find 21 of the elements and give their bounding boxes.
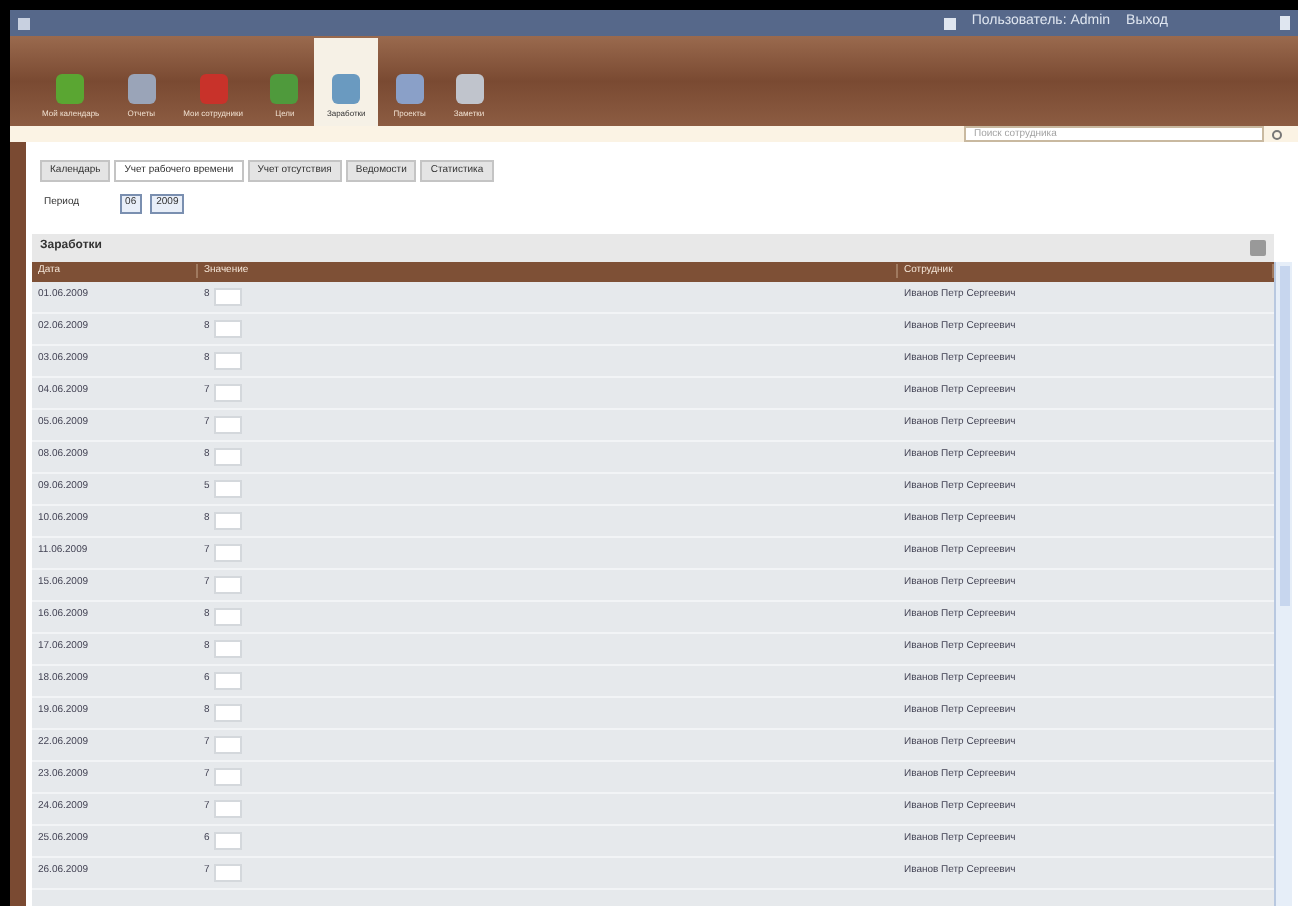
input-field[interactable] <box>213 287 242 305</box>
scrollbar[interactable] <box>1274 261 1292 906</box>
input-field[interactable] <box>213 447 242 465</box>
input-field[interactable] <box>213 511 242 529</box>
input-field[interactable] <box>213 863 242 881</box>
input-field[interactable] <box>213 831 242 849</box>
input-field[interactable] <box>213 319 242 337</box>
input-field[interactable] <box>213 799 242 817</box>
input-field[interactable] <box>213 383 242 401</box>
input-field[interactable] <box>213 735 242 753</box>
input-field[interactable] <box>213 351 242 369</box>
input-field[interactable] <box>213 671 242 689</box>
search-icon[interactable] <box>1272 129 1282 139</box>
input-field[interactable] <box>213 575 242 593</box>
input-field[interactable] <box>213 479 242 497</box>
input-field[interactable] <box>213 607 242 625</box>
input-field[interactable] <box>213 639 242 657</box>
input-field[interactable] <box>213 767 242 785</box>
input-field[interactable] <box>213 543 242 561</box>
input-field[interactable] <box>213 415 242 433</box>
input-field[interactable] <box>213 703 242 721</box>
